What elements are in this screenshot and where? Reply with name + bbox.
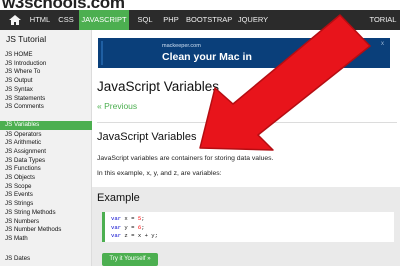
divider [97,122,397,123]
sidebar-item[interactable]: JS Objects [0,174,92,183]
try-it-yourself-button[interactable]: Try it Yourself » [102,253,158,266]
code-line: var x = 5; [111,215,145,222]
nav-item-bootstrap[interactable]: BOOTSTRAP [186,10,232,30]
sidebar-item[interactable]: JS Where To [0,68,92,77]
nav-item-php[interactable]: PHP [161,10,181,30]
nav-item-tutorials[interactable]: TORIAL [366,10,400,30]
nav-item-jquery[interactable]: JQUERY [236,10,270,30]
sidebar-item[interactable]: JS Number Methods [0,226,92,235]
example-intro-paragraph: In this example, x, y, and z, are variab… [97,170,222,177]
sidebar-item[interactable]: JS Arithmetic [0,139,92,148]
sidebar-item[interactable]: JS Introduction [0,60,92,69]
example-title: Example [97,192,140,204]
nav-item-html[interactable]: HTML [28,10,52,30]
sidebar-heading: JS Tutorial [6,34,47,44]
previous-link[interactable]: « Previous [97,101,137,111]
section-heading: JavaScript Variables [97,131,197,143]
top-header: w3schools.com [0,0,400,12]
top-navigation: HTML CSS JAVASCRIPT SQL PHP BOOTSTRAP JQ… [0,10,400,30]
ad-graphic [101,41,125,65]
sidebar-item-active[interactable]: JS Variables [0,121,92,130]
code-block: var x = 5; var y = 6; var z = x + y; [102,212,394,242]
code-line: var z = x + y; [111,232,159,239]
page-title: JavaScript Variables [97,79,220,94]
intro-paragraph: JavaScript variables are containers for … [97,155,274,162]
sidebar-item[interactable]: JS Scope [0,183,92,192]
ad-domain: mackeeper.com [162,43,201,49]
sidebar-item[interactable]: JS Comments [0,103,92,112]
sidebar-item[interactable]: JS Assignment [0,148,92,157]
sidebar-item[interactable]: JS Dates [0,255,92,264]
sidebar-item[interactable]: JS Numbers [0,218,92,227]
code-line: var y = 6; [111,223,145,231]
ad-close-icon[interactable]: x [381,41,384,47]
nav-item-sql[interactable]: SQL [135,10,155,30]
example-box: Example var x = 5; var y = 6; var z = x … [92,187,400,266]
nav-item-javascript[interactable]: JAVASCRIPT [79,10,129,30]
sidebar-item[interactable]: JS Events [0,191,92,200]
sidebar-item[interactable]: JS Strings [0,200,92,209]
ad-headline: Clean your Mac in [162,51,252,63]
sidebar-item[interactable]: JS String Methods [0,209,92,218]
sidebar-item[interactable]: JS Math [0,235,92,244]
sidebar-item[interactable]: JS Statements [0,95,92,104]
sidebar-item[interactable]: JS Operators [0,131,92,140]
advertisement-banner[interactable]: mackeeper.com Clean your Mac in x [98,38,390,68]
main-content: mackeeper.com Clean your Mac in x JavaSc… [92,30,400,266]
sidebar-item[interactable]: JS Data Types [0,157,92,166]
sidebar: JS Tutorial JS HOME JS Introduction JS W… [0,30,92,266]
home-icon[interactable] [9,15,21,25]
nav-item-css[interactable]: CSS [56,10,76,30]
sidebar-item[interactable]: JS Functions [0,165,92,174]
sidebar-item[interactable]: JS Syntax [0,86,92,95]
sidebar-item[interactable]: JS Output [0,77,92,86]
sidebar-item[interactable]: JS HOME [0,51,92,60]
